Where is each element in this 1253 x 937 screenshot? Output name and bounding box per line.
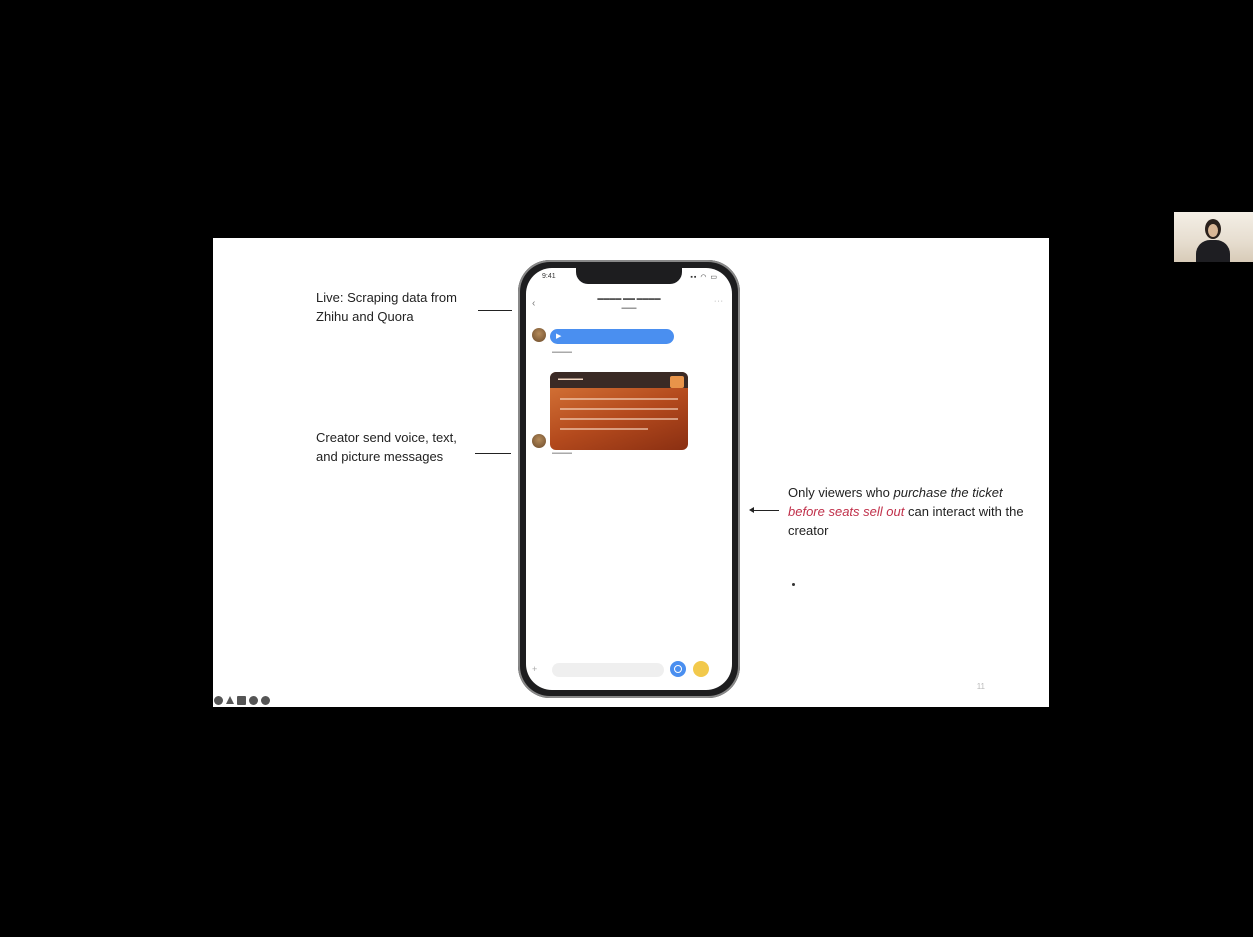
presenter-face xyxy=(1208,224,1218,237)
viewers-note-arrow xyxy=(749,507,779,513)
video-frame: Live: Scraping data from Zhihu and Quora… xyxy=(0,0,1253,937)
picture-corner-badge xyxy=(670,376,684,388)
chat-subtitle: ▬▬▬ xyxy=(621,305,637,311)
creator-messages-note: Creator send voice, text, and picture me… xyxy=(316,428,506,466)
picture-message[interactable]: ▬▬▬▬▬ xyxy=(550,372,688,450)
message-input[interactable] xyxy=(552,663,664,677)
play-icon: ▶ xyxy=(556,333,562,340)
presentation-slide: Live: Scraping data from Zhihu and Quora… xyxy=(213,238,1049,707)
grid-icon[interactable] xyxy=(237,696,246,705)
creator-note-line-1: Creator send voice, text, xyxy=(316,430,457,445)
chat-header: ‹ ▬▬▬▬ ▬▬ ▬▬▬▬ ▬▬▬ ··· xyxy=(526,294,732,324)
creator-note-arrow xyxy=(475,453,511,454)
options-icon[interactable] xyxy=(261,696,270,705)
presenter-body xyxy=(1196,240,1230,262)
pen-icon[interactable] xyxy=(226,696,234,704)
picture-text-line xyxy=(560,398,678,400)
status-bar-icons: ▪▪ ◠ ▭ xyxy=(690,274,718,281)
live-scraping-note: Live: Scraping data from Zhihu and Quora xyxy=(316,288,506,326)
slide-page-number: 11 xyxy=(976,682,985,691)
message-timestamp: ▬▬▬▬ xyxy=(552,349,572,355)
phone-mockup: 9:41 ▪▪ ◠ ▭ ‹ ▬▬▬▬ ▬▬ ▬▬▬▬ ▬▬▬ ··· ▶ ▬▬▬… xyxy=(518,260,740,698)
plus-icon[interactable]: + xyxy=(532,664,537,674)
creator-avatar xyxy=(532,328,546,342)
presenter-webcam xyxy=(1174,212,1253,262)
voice-record-icon[interactable] xyxy=(670,661,686,677)
chat-title: ▬▬▬▬ ▬▬ ▬▬▬▬ xyxy=(597,296,661,302)
chat-input-bar: + xyxy=(526,660,732,682)
zoom-icon[interactable] xyxy=(249,696,258,705)
creator-note-line-2: and picture messages xyxy=(316,449,444,464)
back-icon[interactable]: ‹ xyxy=(532,298,535,309)
phone-screen: 9:41 ▪▪ ◠ ▭ ‹ ▬▬▬▬ ▬▬ ▬▬▬▬ ▬▬▬ ··· ▶ ▬▬▬… xyxy=(526,268,732,690)
more-options-icon[interactable]: ··· xyxy=(714,298,724,305)
viewers-ticket-note: Only viewers who purchase the ticket bef… xyxy=(788,483,1028,540)
laser-pointer-dot xyxy=(792,583,795,586)
picture-text-line xyxy=(560,418,678,420)
status-bar-time: 9:41 xyxy=(542,273,556,280)
live-note-line-1: Live: Scraping data from xyxy=(316,290,457,305)
picture-text-line xyxy=(560,408,678,410)
viewers-note-text: Only viewers who xyxy=(788,485,894,500)
message-timestamp: ▬▬▬▬ xyxy=(552,450,572,456)
viewers-note-italic: purchase the ticket xyxy=(893,485,1003,500)
picture-text-line xyxy=(560,428,648,430)
picture-header-bar: ▬▬▬▬▬ xyxy=(550,372,688,388)
emoji-icon[interactable] xyxy=(693,661,709,677)
picture-header-text: ▬▬▬▬▬ xyxy=(558,376,583,382)
viewers-note-highlight: before seats sell out xyxy=(788,504,905,519)
live-note-line-2: Zhihu and Quora xyxy=(316,309,414,324)
pointer-icon[interactable] xyxy=(214,696,223,705)
live-note-arrow xyxy=(478,310,512,311)
voice-message-bubble[interactable]: ▶ xyxy=(550,329,674,344)
slideshow-toolbar xyxy=(214,696,270,705)
phone-notch xyxy=(576,268,682,284)
creator-avatar xyxy=(532,434,546,448)
